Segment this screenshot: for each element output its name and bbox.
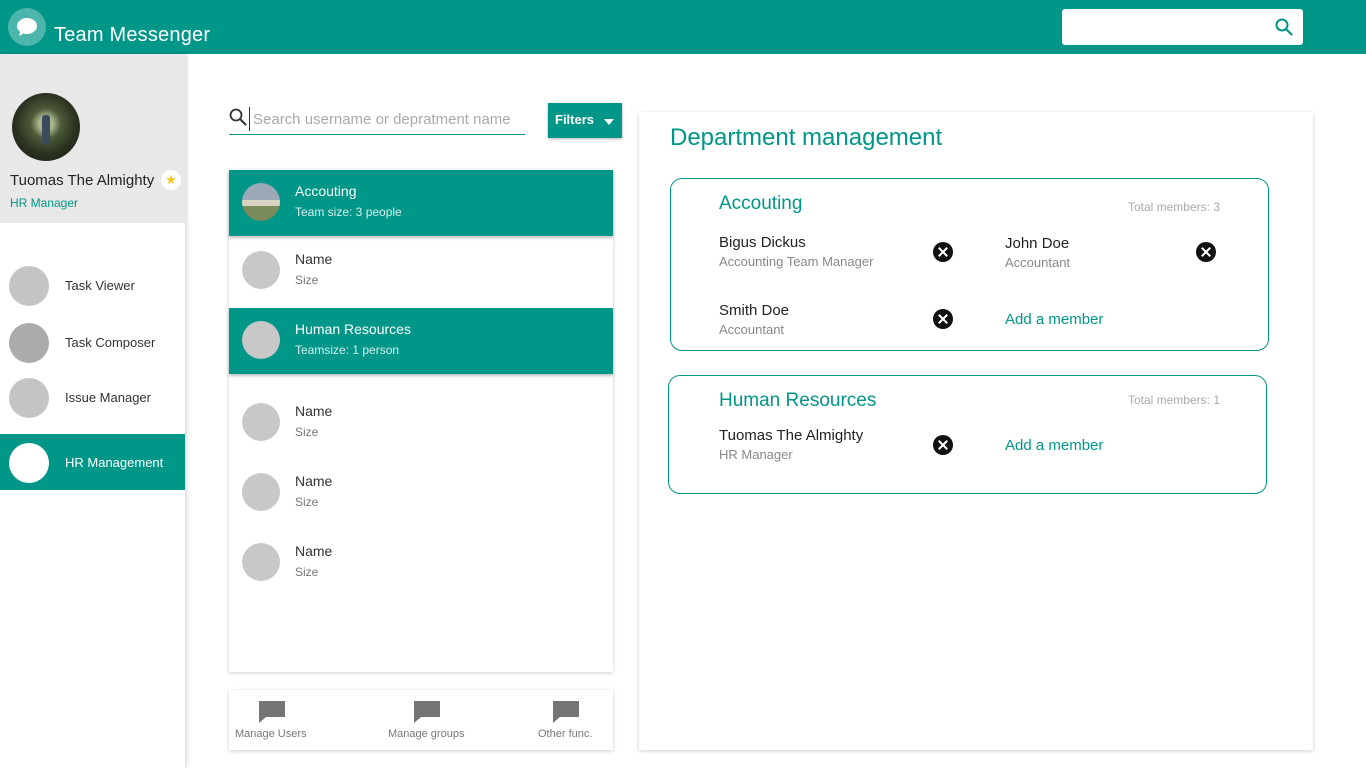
sidebar-item-label: HR Management (65, 455, 164, 470)
department-avatar (242, 183, 280, 221)
member-name: Smith Doe (719, 302, 790, 319)
message-icon (552, 700, 580, 729)
sidebar-item-task-viewer[interactable]: Task Viewer (0, 258, 185, 314)
filters-button[interactable]: Filters (548, 103, 622, 138)
search-icon[interactable] (1275, 18, 1293, 41)
sidebar-item-hr-management[interactable]: HR Management (0, 434, 185, 490)
message-icon (258, 700, 286, 729)
department-size: Team size: 3 people (295, 205, 402, 219)
remove-member-icon[interactable] (933, 435, 953, 455)
member-name: John Doe (1005, 235, 1070, 252)
member-entry: Smith Doe Accountant (719, 302, 789, 337)
department-name: Accouting (295, 183, 357, 199)
global-search-input[interactable] (1062, 9, 1303, 45)
department-size: Teamsize: 1 person (295, 343, 400, 357)
member-role: Accountant (1005, 255, 1071, 270)
filters-label: Filters (555, 112, 595, 127)
department-card-title: Human Resources (719, 390, 877, 411)
department-card-title: Accouting (719, 193, 803, 214)
search-icon (229, 108, 247, 131)
list-item[interactable]: Name Size (229, 460, 613, 526)
department-name: Name (295, 251, 333, 267)
hr-management-icon (9, 443, 49, 483)
department-avatar (242, 403, 280, 441)
total-members: Total members: 1 (1127, 393, 1220, 407)
department-name: Name (295, 473, 333, 489)
member-name: Tuomas The Almighty (719, 427, 864, 444)
department-search (229, 104, 525, 135)
department-avatar (242, 321, 280, 359)
manage-users-label: Manage Users (235, 728, 307, 740)
task-composer-icon (9, 323, 49, 363)
member-role: Accounting Team Manager (719, 254, 874, 269)
bottom-nav: Manage Users Manage groups Other func. (229, 690, 613, 750)
task-viewer-icon (9, 266, 49, 306)
member-entry: John Doe Accountant (1005, 235, 1070, 270)
list-item[interactable]: Human Resources Teamsize: 1 person (229, 308, 613, 374)
message-icon (413, 700, 441, 729)
department-size: Size (295, 425, 319, 439)
manage-groups-button[interactable]: Manage groups (379, 690, 483, 750)
department-list: Accouting Team size: 3 people Name Size … (229, 170, 613, 672)
list-item[interactable]: Name Size (229, 390, 613, 456)
other-functions-label: Other func. (538, 728, 593, 740)
sidebar-item-label: Task Composer (65, 335, 156, 350)
remove-member-icon[interactable] (933, 242, 953, 262)
avatar[interactable] (12, 93, 80, 161)
page-title: Department management (670, 124, 943, 151)
list-item[interactable]: Accouting Team size: 3 people (229, 170, 613, 236)
list-item[interactable]: Name Size (229, 530, 613, 596)
department-card-human-resources: Human Resources Total members: 1 Tuomas … (668, 375, 1267, 494)
remove-member-icon[interactable] (933, 309, 953, 329)
department-name: Name (295, 403, 333, 419)
department-name: Name (295, 543, 333, 559)
add-member-link[interactable]: Add a member (1005, 437, 1103, 454)
member-entry: Bigus Dickus Accounting Team Manager (719, 234, 873, 269)
sidebar-item-label: Task Viewer (65, 278, 135, 293)
member-entry: Tuomas The Almighty HR Manager (719, 427, 863, 462)
sidebar-item-task-composer[interactable]: Task Composer (0, 315, 185, 371)
department-card-accounting: Accouting Total members: 3 Bigus Dickus … (670, 178, 1269, 351)
member-role: HR Manager (719, 447, 793, 462)
department-size: Size (295, 565, 319, 579)
member-name: Bigus Dickus (719, 234, 806, 251)
department-avatar (242, 473, 280, 511)
member-role: Accountant (719, 322, 785, 337)
chevron-down-icon (604, 119, 614, 125)
remove-member-icon[interactable] (1196, 242, 1216, 262)
manage-groups-label: Manage groups (388, 728, 465, 740)
app-title: Team Messenger (54, 24, 211, 46)
chat-bubble-icon[interactable] (8, 8, 46, 46)
profile-name: Tuomas The Almighty (10, 172, 155, 189)
top-bar: Team Messenger (0, 0, 1366, 54)
sidebar-item-label: Issue Manager (65, 390, 151, 405)
sidebar: Tuomas The Almighty ★ HR Manager Task Vi… (0, 54, 185, 768)
department-size: Size (295, 273, 319, 287)
department-avatar (242, 251, 280, 289)
star-icon: ★ (161, 170, 181, 190)
search-input[interactable] (249, 107, 525, 131)
department-management-panel: Department management Accouting Total me… (639, 112, 1313, 750)
other-functions-button[interactable]: Other func. (529, 690, 613, 750)
department-name: Human Resources (295, 321, 411, 337)
list-item[interactable]: Name Size (229, 238, 613, 304)
total-members: Total members: 3 (1127, 200, 1220, 214)
profile-card: Tuomas The Almighty ★ HR Manager (0, 54, 185, 223)
manage-users-button[interactable]: Manage Users (229, 690, 319, 750)
department-avatar (242, 543, 280, 581)
add-member-link[interactable]: Add a member (1005, 311, 1103, 328)
profile-role: HR Manager (10, 196, 79, 210)
department-size: Size (295, 495, 319, 509)
issue-manager-icon (9, 378, 49, 418)
sidebar-item-issue-manager[interactable]: Issue Manager (0, 369, 185, 425)
